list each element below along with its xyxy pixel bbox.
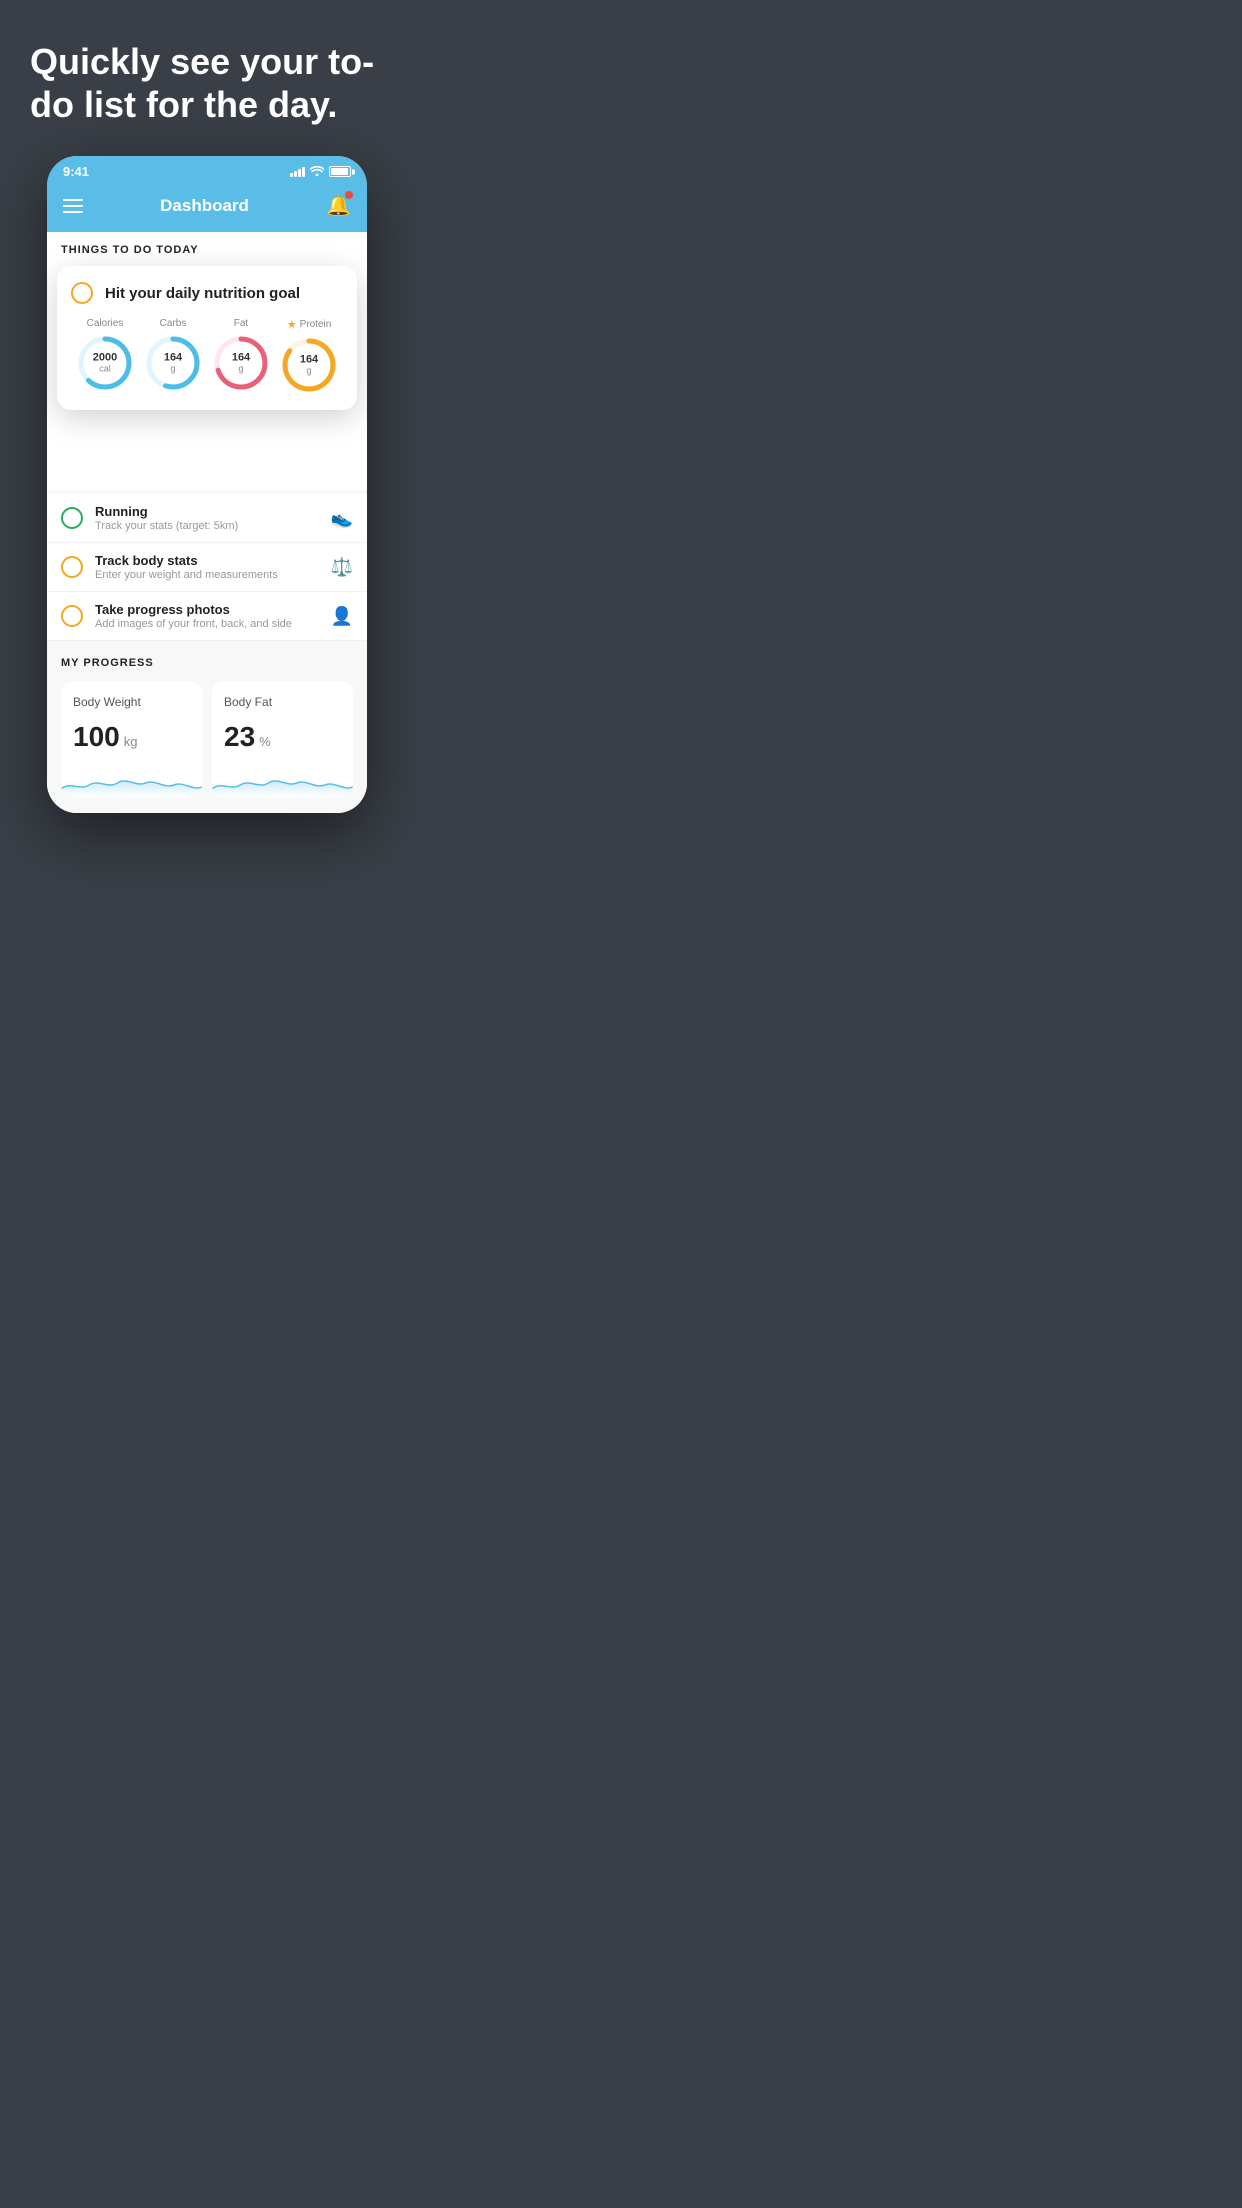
todo-icon: 👟 <box>331 508 353 529</box>
progress-section: MY PROGRESS Body Weight 100 kg Body Fat <box>47 641 367 813</box>
hero-section: Quickly see your to-do list for the day. <box>0 0 414 146</box>
phone-mockup: 9:41 <box>47 156 367 813</box>
app-content: THINGS TO DO TODAY Hit your daily nutrit… <box>47 232 367 813</box>
todo-subtitle: Track your stats (target: 5km) <box>95 520 319 532</box>
progress-card-title: Body Weight <box>73 695 190 709</box>
status-bar: 9:41 <box>47 156 367 183</box>
header-title: Dashboard <box>160 196 249 216</box>
progress-grid: Body Weight 100 kg Body Fat 23 % <box>61 681 353 813</box>
progress-unit: kg <box>124 734 138 749</box>
todo-subtitle: Add images of your front, back, and side <box>95 618 319 630</box>
todo-icon: ⚖️ <box>331 557 353 578</box>
nutrition-item-carbs: Carbs 164 g <box>144 318 202 392</box>
todo-title: Take progress photos <box>95 602 319 617</box>
progress-value: 100 <box>73 721 120 753</box>
nutrition-ring: 164 g <box>280 336 338 394</box>
todo-title: Track body stats <box>95 553 319 568</box>
todo-checkbox[interactable] <box>61 605 83 627</box>
nutrition-label: Fat <box>234 318 248 329</box>
hero-headline: Quickly see your to-do list for the day. <box>30 40 384 126</box>
signal-icon <box>290 167 305 177</box>
star-icon: ★ <box>287 318 297 331</box>
todo-checkbox[interactable] <box>61 556 83 578</box>
nutrition-label: Carbs <box>160 318 187 329</box>
menu-button[interactable] <box>63 199 83 213</box>
notification-dot <box>345 191 353 199</box>
nutrition-grid: Calories 2000 cal Carbs 164 g <box>71 318 343 394</box>
todo-list: Running Track your stats (target: 5km) 👟… <box>47 494 367 641</box>
featured-task-title: Hit your daily nutrition goal <box>105 285 300 302</box>
nutrition-ring: 164 g <box>212 334 270 392</box>
progress-card[interactable]: Body Weight 100 kg <box>61 681 202 797</box>
status-time: 9:41 <box>63 164 89 179</box>
progress-chart <box>61 761 202 797</box>
todo-icon: 👤 <box>331 606 353 627</box>
nutrition-item-fat: Fat 164 g <box>212 318 270 392</box>
todo-checkbox[interactable] <box>61 507 83 529</box>
things-to-do-header: THINGS TO DO TODAY <box>61 244 353 256</box>
page-background: Quickly see your to-do list for the day.… <box>0 0 414 813</box>
battery-icon <box>329 166 351 177</box>
featured-task-card: Hit your daily nutrition goal Calories 2… <box>57 266 357 410</box>
nutrition-item-calories: Calories 2000 cal <box>76 318 134 392</box>
todo-subtitle: Enter your weight and measurements <box>95 569 319 581</box>
progress-value: 23 <box>224 721 255 753</box>
featured-task-row: Hit your daily nutrition goal <box>71 282 343 304</box>
progress-header: MY PROGRESS <box>61 657 353 669</box>
progress-card-title: Body Fat <box>224 695 341 709</box>
todo-title: Running <box>95 504 319 519</box>
progress-unit: % <box>259 734 271 749</box>
nutrition-label: Calories <box>87 318 124 329</box>
todo-item[interactable]: Running Track your stats (target: 5km) 👟 <box>47 494 367 543</box>
wifi-icon <box>310 165 324 179</box>
nutrition-ring: 164 g <box>144 334 202 392</box>
notification-bell[interactable]: 🔔 <box>326 193 351 218</box>
todo-item[interactable]: Take progress photos Add images of your … <box>47 592 367 641</box>
todo-item[interactable]: Track body stats Enter your weight and m… <box>47 543 367 592</box>
status-icons <box>290 165 351 179</box>
nutrition-item-protein: ★ Protein 164 g <box>280 318 338 394</box>
task-checkbox-nutrition[interactable] <box>71 282 93 304</box>
progress-card[interactable]: Body Fat 23 % <box>212 681 353 797</box>
progress-chart <box>212 761 353 797</box>
nutrition-ring: 2000 cal <box>76 334 134 392</box>
nutrition-label: ★ Protein <box>287 318 332 331</box>
app-header: Dashboard 🔔 <box>47 183 367 232</box>
